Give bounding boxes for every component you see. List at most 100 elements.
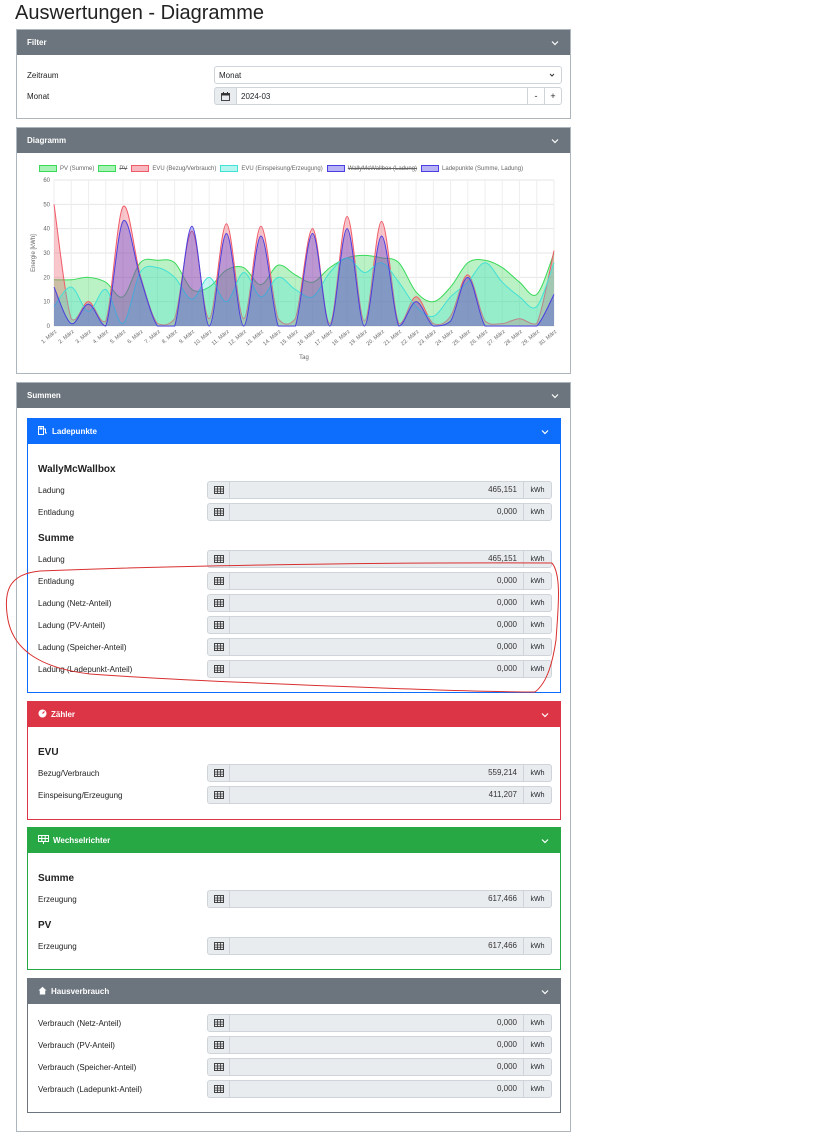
unit-label: kWh <box>524 786 552 804</box>
unit-label: kWh <box>524 1058 552 1076</box>
chevron-down-icon[interactable] <box>540 987 550 997</box>
legend-swatch <box>98 165 117 172</box>
chevron-down-icon[interactable] <box>550 38 560 48</box>
unit-label: kWh <box>524 481 552 499</box>
monat-input[interactable]: 2024-03 <box>237 87 528 105</box>
charging-station-icon <box>38 426 48 437</box>
value-row-label: Einspeisung/Erzeugung <box>38 790 123 800</box>
zaehler-panel-header[interactable]: Zähler <box>28 702 560 727</box>
unit-label: kWh <box>524 616 552 634</box>
x-tick-label: 12. März <box>228 329 248 348</box>
value-row-label: Erzeugung <box>38 894 77 904</box>
y-tick-label: 60 <box>43 178 50 184</box>
solar-panel-icon <box>38 835 49 846</box>
month-decrement-button[interactable]: - <box>528 87 545 105</box>
table-icon[interactable] <box>207 550 230 568</box>
x-tick-label: 7. März <box>144 329 162 346</box>
value-row: Verbrauch (PV-Anteil) 0,000 kWh <box>38 1036 552 1054</box>
chevron-down-icon[interactable] <box>540 710 550 720</box>
table-icon[interactable] <box>207 1058 230 1076</box>
value-field: 0,000 <box>230 594 524 612</box>
table-icon[interactable] <box>207 1014 230 1032</box>
hausverbrauch-panel: Hausverbrauch Verbrauch (Netz-Anteil) 0,0… <box>27 978 561 1113</box>
table-icon[interactable] <box>207 660 230 678</box>
x-tick-label: 25. März <box>452 329 472 348</box>
filter-card-header[interactable]: Filter <box>17 30 570 55</box>
monat-label: Monat <box>27 91 50 101</box>
value-row: Ladung (Netz-Anteil) 0,000 kWh <box>38 594 552 612</box>
x-tick-label: 29. März <box>521 329 541 348</box>
table-icon[interactable] <box>207 937 230 955</box>
value-row-label: Verbrauch (Ladepunkt-Anteil) <box>38 1084 143 1094</box>
table-icon[interactable] <box>207 786 230 804</box>
ladepunkte-panel-header[interactable]: Ladepunkte <box>28 419 560 444</box>
pv-title: PV <box>38 920 52 931</box>
x-tick-label: 5. März <box>109 329 127 346</box>
value-row-label: Ladung <box>38 485 65 495</box>
table-icon[interactable] <box>207 572 230 590</box>
value-field: 0,000 <box>230 1014 524 1032</box>
legend-swatch <box>131 165 150 172</box>
x-tick-label: 13. März <box>245 329 265 348</box>
monat-input-group: 2024-03 - + <box>214 87 562 105</box>
table-icon[interactable] <box>207 1080 230 1098</box>
legend-swatch <box>220 165 239 172</box>
legend-item[interactable]: WallyMcWallbox (Ladung) <box>326 165 417 172</box>
value-row: Verbrauch (Ladepunkt-Anteil) 0,000 kWh <box>38 1080 552 1098</box>
y-tick-label: 20 <box>43 275 50 281</box>
value-field: 0,000 <box>230 572 524 590</box>
unit-label: kWh <box>524 660 552 678</box>
unit-label: kWh <box>524 1014 552 1032</box>
zeitraum-select-value: Monat <box>219 70 242 80</box>
legend-swatch <box>326 165 345 172</box>
chevron-down-icon[interactable] <box>540 427 550 437</box>
summen-card: Summen Ladepunkte WallyMcWallbox Ladung 4… <box>16 382 571 1132</box>
summen-card-header[interactable]: Summen <box>17 383 570 408</box>
legend-label: PV <box>119 165 128 172</box>
legend-item[interactable]: Ladepunkte (Summe, Ladung) <box>421 165 523 172</box>
table-icon[interactable] <box>207 638 230 656</box>
zeitraum-select[interactable]: Monat <box>214 66 562 84</box>
chevron-down-icon[interactable] <box>550 136 560 146</box>
value-row-label: Entladung <box>38 507 75 517</box>
y-tick-label: 30 <box>43 251 50 257</box>
unit-label: kWh <box>524 1036 552 1054</box>
unit-label: kWh <box>524 572 552 590</box>
wechselrichter-summe-title: Summe <box>38 873 75 884</box>
value-row: Verbrauch (Speicher-Anteil) 0,000 kWh <box>38 1058 552 1076</box>
y-axis-label: Energie [kWh] <box>31 234 37 272</box>
month-increment-button[interactable]: + <box>545 87 562 105</box>
unit-label: kWh <box>524 503 552 521</box>
value-row: Ladung 465,151 kWh <box>38 481 552 499</box>
legend-item[interactable]: EVU (Einspeisung/Erzeugung) <box>220 165 323 172</box>
unit-label: kWh <box>524 594 552 612</box>
wechselrichter-panel-header[interactable]: Wechselrichter <box>28 828 560 853</box>
y-tick-label: 10 <box>43 300 50 306</box>
value-row: Verbrauch (Netz-Anteil) 0,000 kWh <box>38 1014 552 1032</box>
chevron-down-icon[interactable] <box>540 836 550 846</box>
table-icon[interactable] <box>207 503 230 521</box>
table-icon[interactable] <box>207 594 230 612</box>
value-field: 0,000 <box>230 1080 524 1098</box>
table-icon[interactable] <box>207 1036 230 1054</box>
table-icon[interactable] <box>207 616 230 634</box>
chevron-down-icon[interactable] <box>550 391 560 401</box>
legend-item[interactable]: PV (Summe) <box>39 165 94 172</box>
value-row-label: Erzeugung <box>38 941 77 951</box>
hausverbrauch-panel-header[interactable]: Hausverbrauch <box>28 979 560 1004</box>
table-icon[interactable] <box>207 481 230 499</box>
value-field: 465,151 <box>230 481 524 499</box>
table-icon[interactable] <box>207 764 230 782</box>
diagramm-card-header[interactable]: Diagramm <box>17 128 570 153</box>
legend-item[interactable]: PV <box>98 165 127 172</box>
value-row: Erzeugung 617,466 kWh <box>38 937 552 955</box>
table-icon[interactable] <box>207 890 230 908</box>
ladepunkte-summe-title: Summe <box>38 533 75 544</box>
legend-swatch <box>421 165 440 172</box>
calendar-icon[interactable] <box>214 87 237 105</box>
value-field: 617,466 <box>230 937 524 955</box>
house-icon <box>38 986 47 997</box>
value-row: Entladung 0,000 kWh <box>38 503 552 521</box>
legend-item[interactable]: EVU (Bezug/Verbrauch) <box>131 165 216 172</box>
wechselrichter-panel-title: Wechselrichter <box>53 836 111 845</box>
